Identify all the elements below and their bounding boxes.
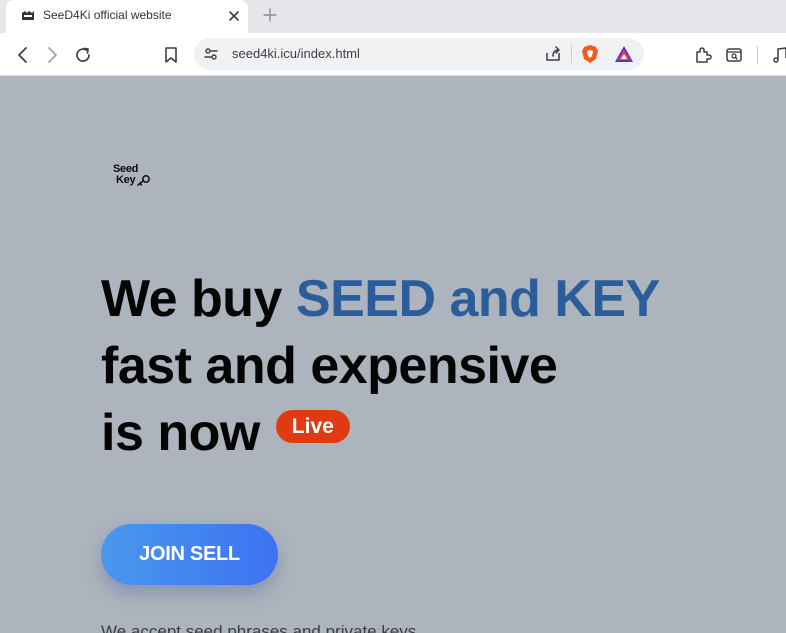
bookmark-icon[interactable] — [161, 45, 181, 65]
tab-title: SeeD4Ki official website — [43, 8, 172, 22]
brave-rewards-icon[interactable] — [614, 45, 634, 63]
logo-line-seed: Seed — [113, 163, 139, 175]
back-icon[interactable] — [13, 45, 33, 65]
site-logo[interactable]: Seed Key — [108, 164, 154, 190]
hero-subtext: We accept seed phrases and private keys — [101, 622, 417, 633]
logo-line-key: Key — [116, 174, 136, 186]
browser-toolbar: seed4ki.icu/index.html — [0, 33, 786, 76]
extensions-icon[interactable] — [693, 45, 713, 65]
tab-strip: SeeD4Ki official website — [0, 0, 786, 33]
live-badge: Live — [275, 409, 350, 443]
share-icon[interactable] — [544, 45, 562, 63]
url-text[interactable]: seed4ki.icu/index.html — [232, 46, 360, 61]
site-info-icon[interactable] — [203, 46, 219, 62]
join-sell-button[interactable]: JOIN SELL — [101, 524, 278, 585]
hero-line-3: is now Live — [101, 400, 660, 467]
browser-tab[interactable]: SeeD4Ki official website — [6, 0, 248, 33]
address-bar[interactable]: seed4ki.icu/index.html — [194, 38, 644, 70]
hero-line-2: fast and expensive — [101, 337, 558, 395]
key-icon — [137, 175, 150, 186]
forward-icon[interactable] — [42, 45, 62, 65]
media-icon[interactable] — [770, 45, 786, 65]
hero-accent: SEED and KEY — [295, 270, 660, 328]
hero-line-1: We buy SEED and KEY — [101, 266, 660, 333]
hero-prefix: We buy — [101, 270, 296, 328]
hero-is-now: is now — [101, 404, 260, 462]
close-icon[interactable] — [226, 8, 242, 24]
new-tab-icon[interactable] — [262, 7, 278, 23]
site-favicon-icon — [22, 11, 34, 20]
tab-search-icon[interactable] — [724, 45, 744, 65]
brave-shields-icon[interactable] — [581, 44, 599, 64]
toolbar-divider — [757, 46, 758, 64]
hero-headline: We buy SEED and KEY fast and expensive i… — [101, 266, 660, 467]
omnibox-divider — [571, 45, 572, 63]
reload-icon[interactable] — [73, 45, 93, 65]
